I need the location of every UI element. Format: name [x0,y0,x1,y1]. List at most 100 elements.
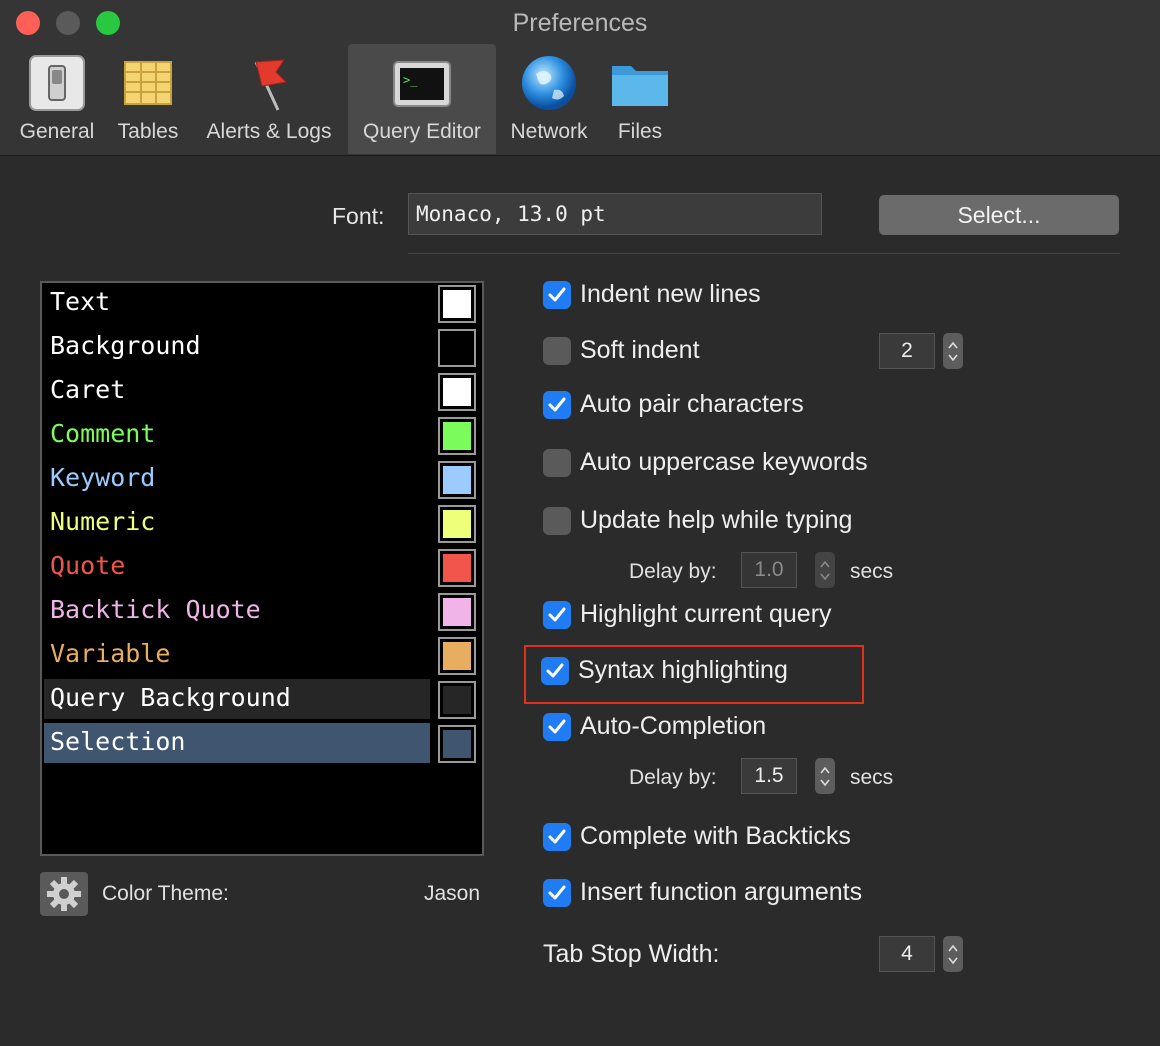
help-delay-unit: secs [850,560,894,583]
tab-network[interactable]: Network [502,44,596,154]
select-font-button[interactable]: Select... [879,195,1119,235]
color-list[interactable]: Text Background Caret Comment Keyword Nu… [40,281,484,856]
color-swatch[interactable] [438,373,476,411]
tab-label: Query Editor [363,120,481,143]
color-row-numeric[interactable]: Numeric [44,503,480,543]
color-name: Quote [50,551,126,580]
tab-alerts-logs[interactable]: Alerts & Logs [194,44,344,154]
checkbox-checked-icon [543,879,571,907]
checkbox-checked-icon [543,281,571,309]
color-swatch[interactable] [438,725,476,763]
checkbox-checked-icon [543,713,571,741]
checkbox-checked-icon [543,823,571,851]
color-swatch[interactable] [438,505,476,543]
color-row-variable[interactable]: Variable [44,635,480,675]
checkbox-label: Auto uppercase keywords [580,448,868,476]
color-theme-label: Color Theme: [102,882,229,905]
color-swatch[interactable] [438,329,476,367]
font-label: Font: [332,203,385,229]
color-name: Caret [50,375,126,404]
globe-icon [518,52,580,114]
checkbox-label: Highlight current query [580,600,832,628]
color-swatch[interactable] [438,461,476,499]
color-row-keyword[interactable]: Keyword [44,459,480,499]
checkbox-unchecked-icon [543,507,571,535]
checkbox-label: Indent new lines [580,280,761,308]
checkbox-unchecked-icon [543,449,571,477]
checkbox-unchecked-icon [543,337,571,365]
chevron-up-icon [820,560,830,568]
color-name: Keyword [50,463,156,492]
help-delay-label: Delay by: [629,560,717,583]
completion-delay-unit: secs [850,766,894,789]
color-swatch[interactable] [438,681,476,719]
completion-delay-field[interactable]: 1.5 [741,758,797,794]
color-name: Backtick Quote [50,595,261,624]
color-swatch[interactable] [438,637,476,675]
window-title: Preferences [512,9,648,37]
color-name: Numeric [50,507,156,536]
color-swatch[interactable] [438,285,476,323]
terminal-icon: >_ [391,52,453,114]
tab-query-editor[interactable]: >_ Query Editor [348,44,496,154]
tab-tables[interactable]: Tables [108,44,188,154]
color-name: Selection [50,727,186,756]
flag-icon [238,52,300,114]
chevron-down-icon [948,957,958,965]
theme-settings-button[interactable] [40,872,88,916]
help-delay-stepper[interactable] [815,552,835,588]
chevron-down-icon [820,573,830,581]
color-name: Background [50,331,201,360]
help-delay-field[interactable]: 1.0 [741,552,797,588]
divider [408,253,1120,254]
checkbox-checked-icon [541,657,569,685]
tab-stop-width-field[interactable]: 4 [879,936,935,972]
color-name: Text [50,287,111,316]
tab-files[interactable]: Files [600,44,680,154]
color-swatch[interactable] [438,549,476,587]
checkbox-label: Update help while typing [580,506,853,534]
gear-icon [47,877,81,911]
window-toolbar: Preferences General Tables Alerts & Logs… [0,0,1160,156]
chevron-up-icon [820,766,830,774]
checkbox-label: Soft indent [580,336,700,364]
switch-icon [26,52,88,114]
chevron-up-icon [948,944,958,952]
completion-delay-stepper[interactable] [815,758,835,794]
checkbox-checked-icon [543,391,571,419]
color-row-text[interactable]: Text [44,283,480,323]
font-field: Monaco, 13.0 pt [408,193,822,235]
chevron-down-icon [820,779,830,787]
color-row-caret[interactable]: Caret [44,371,480,411]
tab-label: Tables [117,120,179,143]
soft-indent-field[interactable]: 2 [879,333,935,369]
tab-stop-width-stepper[interactable] [943,936,963,972]
color-name: Query Background [50,683,291,712]
checkbox-label: Auto pair characters [580,390,804,418]
chevron-down-icon [948,354,958,362]
color-row-background[interactable]: Background [44,327,480,367]
color-row-query-background[interactable]: Query Background [44,679,480,719]
tab-stop-width-label: Tab Stop Width: [543,940,720,968]
tab-general[interactable]: General [10,44,104,154]
tab-label: Files [617,120,663,143]
color-row-backtick-quote[interactable]: Backtick Quote [44,591,480,631]
completion-delay-label: Delay by: [629,766,717,789]
soft-indent-stepper[interactable] [943,333,963,369]
color-theme-value: Jason [424,882,481,905]
tab-label: Alerts & Logs [206,120,332,143]
table-icon [117,52,179,114]
svg-text:>_: >_ [403,73,418,87]
color-swatch[interactable] [438,417,476,455]
color-row-comment[interactable]: Comment [44,415,480,455]
checkbox-label: Auto-Completion [580,712,767,740]
color-row-quote[interactable]: Quote [44,547,480,587]
color-name: Variable [50,639,171,668]
color-swatch[interactable] [438,593,476,631]
checkbox-checked-icon [543,601,571,629]
chevron-up-icon [948,341,958,349]
color-row-selection[interactable]: Selection [44,723,480,763]
checkbox-label: Complete with Backticks [580,822,851,850]
tab-label: Network [510,120,588,143]
tab-label: General [19,120,95,143]
